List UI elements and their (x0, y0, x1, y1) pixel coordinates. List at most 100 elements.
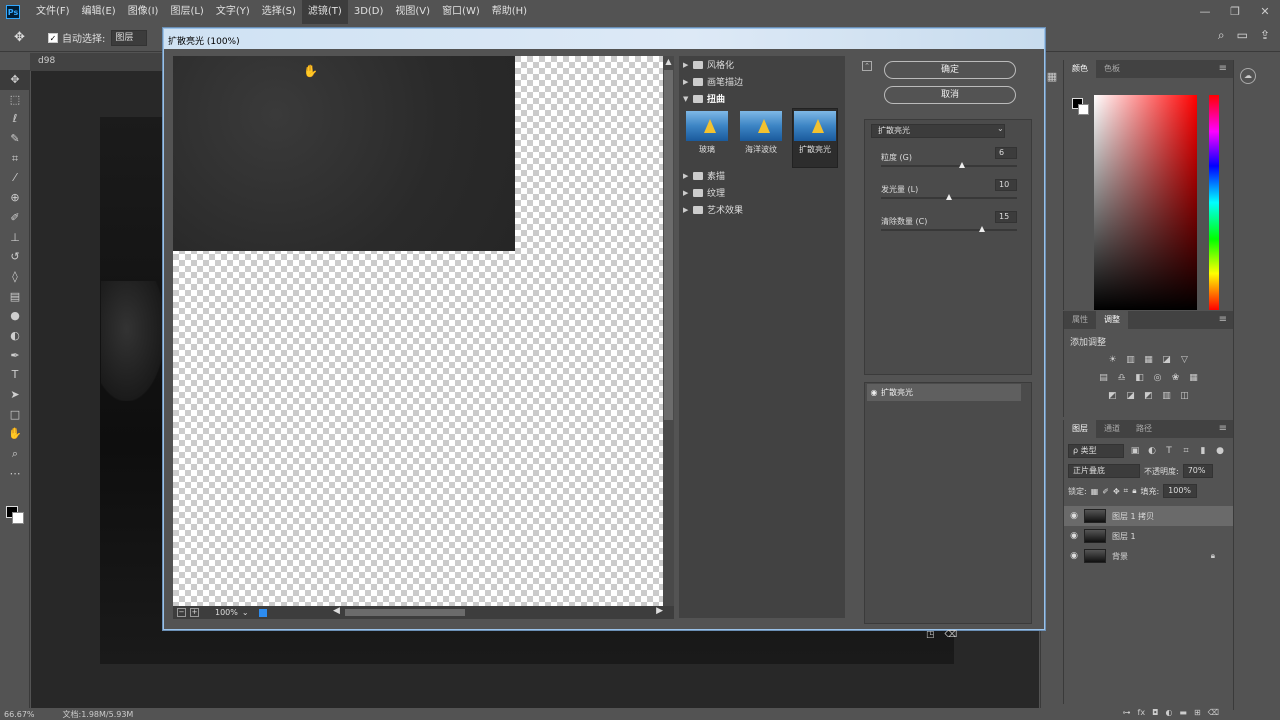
color-lookup-icon[interactable]: ▦ (1188, 372, 1200, 384)
pixel-filter-icon[interactable]: ▣ (1129, 445, 1141, 457)
scroll-up-icon[interactable]: ▲ (663, 56, 674, 68)
category-stylize[interactable]: ▶ 风格化 (679, 56, 845, 73)
selective-color-icon[interactable]: ◫ (1179, 390, 1191, 402)
eraser-tool-icon[interactable]: ◊ (0, 267, 30, 287)
layer-mask-icon[interactable]: ◘ (1152, 708, 1158, 717)
color-balance-icon[interactable]: ♎ (1116, 372, 1128, 384)
search-icon[interactable]: ⌕ (1218, 28, 1225, 43)
zoom-in-icon[interactable]: + (190, 608, 199, 617)
layer-fx-icon[interactable]: fx (1138, 708, 1146, 717)
panel-menu-icon[interactable]: ≡ (1219, 420, 1227, 438)
filter-toggle-icon[interactable]: ● (1214, 445, 1226, 457)
layer-row[interactable]: ◉ 图层 1 (1064, 526, 1233, 546)
tab-layers[interactable]: 图层 (1064, 420, 1096, 438)
close-button[interactable]: ✕ (1250, 0, 1280, 24)
zoom-tool-icon[interactable]: ⌕ (0, 444, 30, 464)
fill-input[interactable]: 100% (1163, 484, 1198, 498)
scroll-right-icon[interactable]: ▶ (656, 606, 663, 616)
clear-slider-knob[interactable] (979, 226, 985, 232)
lock-all-icon[interactable]: 🔒︎ (1132, 486, 1136, 496)
menu-filter[interactable]: 滤镜(T) (301, 0, 348, 24)
preview-zoom-select[interactable]: 100% (215, 608, 238, 617)
document-tab[interactable]: d98 (30, 53, 164, 71)
blur-tool-icon[interactable]: ● (0, 306, 30, 326)
menu-3d[interactable]: 3D(D) (348, 0, 390, 24)
menu-image[interactable]: 图像(I) (122, 0, 165, 24)
dodge-tool-icon[interactable]: ◐ (0, 326, 30, 346)
color-picker-field[interactable] (1094, 95, 1197, 310)
stamp-tool-icon[interactable]: ⊥ (0, 228, 30, 248)
layer-row[interactable]: ◉ 背景 🔒︎ (1064, 546, 1233, 566)
auto-select-checkbox[interactable]: ✓ (48, 32, 58, 43)
visibility-eye-icon[interactable]: ◉ (1064, 551, 1084, 561)
chevron-down-icon[interactable]: ⌄ (242, 608, 249, 617)
effect-layer-row[interactable]: ◉ 扩散亮光 (867, 384, 1021, 401)
shape-filter-icon[interactable]: ⌗ (1180, 445, 1192, 457)
category-sketch[interactable]: ▶ 素描 (679, 167, 845, 184)
collapse-gallery-icon[interactable]: ⌃ (862, 61, 872, 71)
glow-input[interactable]: 10 (995, 179, 1017, 191)
visibility-eye-icon[interactable]: ◉ (1064, 531, 1084, 541)
move-tool-icon[interactable]: ✥ (0, 70, 30, 90)
lock-artboard-icon[interactable]: ⌗ (1124, 486, 1129, 496)
layer-filter-select[interactable]: ρ 类型 (1068, 444, 1124, 458)
workspace-icon[interactable]: ▭ (1237, 28, 1248, 43)
tab-swatches[interactable]: 色板 (1096, 60, 1128, 78)
photo-filter-icon[interactable]: ◎ (1152, 372, 1164, 384)
adjust-filter-icon[interactable]: ◐ (1146, 445, 1158, 457)
healing-tool-icon[interactable]: ⊕ (0, 188, 30, 208)
blend-mode-select[interactable]: 正片叠底 (1068, 464, 1140, 478)
hue-slider[interactable] (1209, 95, 1219, 310)
menu-type[interactable]: 文字(Y) (210, 0, 256, 24)
glow-slider-knob[interactable] (946, 194, 952, 200)
path-select-tool-icon[interactable]: ➤ (0, 385, 30, 405)
clear-slider-track[interactable] (881, 229, 1017, 231)
filter-thumb-glass[interactable]: 玻璃 (685, 109, 729, 167)
preview-vertical-scrollbar[interactable]: ▲ (663, 56, 674, 606)
move-tool-icon[interactable]: ✥ (14, 30, 36, 45)
lock-paint-icon[interactable]: ✐ (1102, 487, 1109, 496)
filter-thumb-diffuse-glow[interactable]: 扩散亮光 (792, 108, 838, 168)
category-distort[interactable]: ▼ 扭曲 (679, 90, 845, 107)
minimize-button[interactable]: — (1190, 0, 1220, 24)
gradient-tool-icon[interactable]: ▤ (0, 287, 30, 307)
smart-filter-icon[interactable]: ▮ (1197, 445, 1209, 457)
tab-channels[interactable]: 通道 (1096, 420, 1128, 438)
delete-layer-icon[interactable]: ⌫ (1208, 708, 1219, 717)
visibility-eye-icon[interactable]: ◉ (867, 388, 881, 397)
invert-icon[interactable]: ◩ (1107, 390, 1119, 402)
new-adjustment-icon[interactable]: ◐ (1165, 708, 1172, 717)
layer-row[interactable]: ◉ 图层 1 拷贝 (1064, 506, 1233, 526)
filter-preview[interactable]: ✋ (173, 56, 663, 606)
grain-input[interactable]: 6 (995, 147, 1017, 159)
tab-paths[interactable]: 路径 (1128, 420, 1160, 438)
quick-select-tool-icon[interactable]: ✎ (0, 129, 30, 149)
menu-help[interactable]: 帮助(H) (486, 0, 533, 24)
menu-file[interactable]: 文件(F) (30, 0, 76, 24)
zoom-out-icon[interactable]: − (177, 608, 186, 617)
scroll-thumb[interactable] (664, 70, 673, 420)
clear-input[interactable]: 15 (995, 211, 1017, 223)
preview-horizontal-scrollbar[interactable]: ◀ ▶ (333, 606, 663, 617)
grain-slider-track[interactable] (881, 165, 1017, 167)
scroll-left-icon[interactable]: ◀ (333, 606, 340, 616)
delete-effect-layer-icon[interactable]: ⌫ (945, 630, 958, 640)
hue-saturation-icon[interactable]: ▤ (1098, 372, 1110, 384)
background-color-swatch[interactable] (12, 512, 24, 524)
pen-tool-icon[interactable]: ✒ (0, 346, 30, 366)
levels-icon[interactable]: ▥ (1125, 354, 1137, 366)
lock-pixels-icon[interactable]: ▦ (1091, 487, 1099, 496)
menu-select[interactable]: 选择(S) (256, 0, 302, 24)
more-tools-icon[interactable]: ⋯ (0, 464, 30, 484)
eyedropper-tool-icon[interactable]: ⁄ (0, 168, 30, 188)
category-texture[interactable]: ▶ 纹理 (679, 184, 845, 201)
category-artistic[interactable]: ▶ 艺术效果 (679, 201, 845, 218)
libraries-icon[interactable]: ☁ (1240, 68, 1256, 84)
marquee-tool-icon[interactable]: ⬚ (0, 90, 30, 110)
panel-background-swatch[interactable] (1078, 104, 1089, 115)
filter-thumb-ocean-ripple[interactable]: 海洋波纹 (739, 109, 783, 167)
ok-button[interactable]: 确定 (884, 61, 1016, 79)
brightness-icon[interactable]: ☀ (1107, 354, 1119, 366)
channel-mixer-icon[interactable]: ❀ (1170, 372, 1182, 384)
menu-window[interactable]: 窗口(W) (436, 0, 486, 24)
